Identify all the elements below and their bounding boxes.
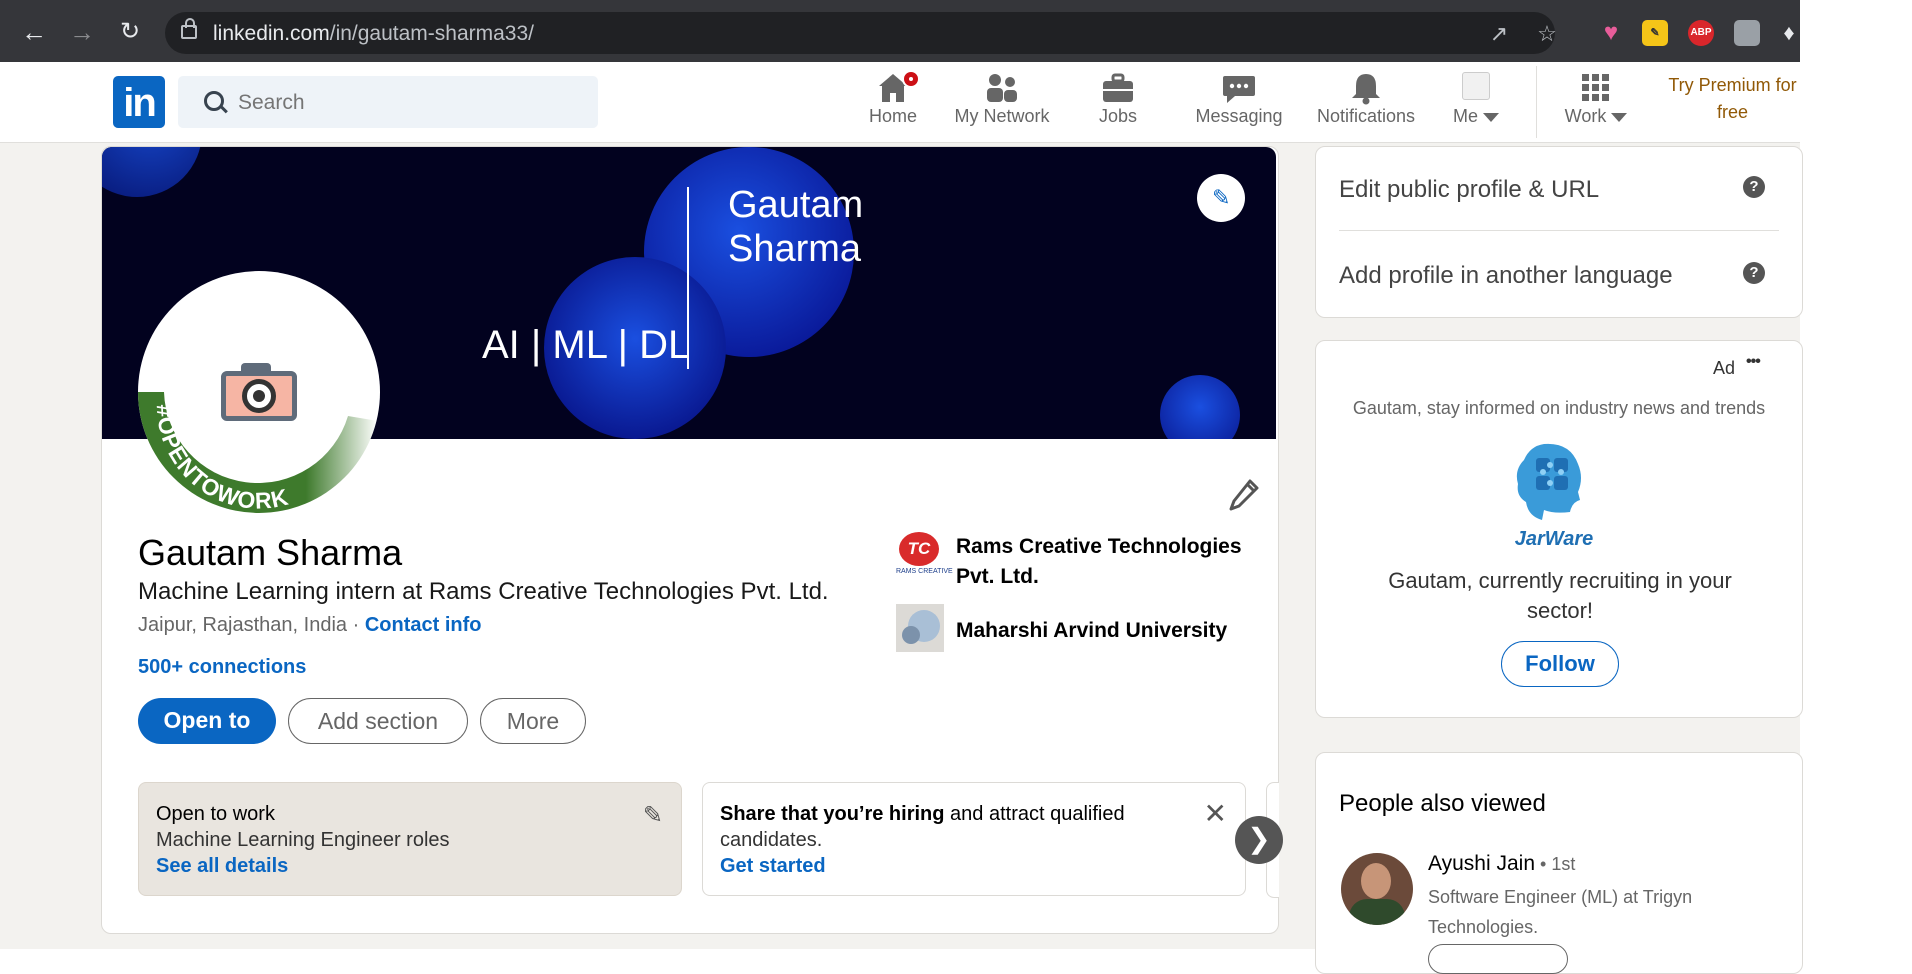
contact-info-link[interactable]: Contact info [365,614,482,636]
banner-decor [1160,375,1240,439]
open-to-work-card[interactable]: Open to work Machine Learning Engineer r… [138,782,682,896]
jarware-logo-icon [1514,440,1592,536]
edit-intro-button[interactable] [1228,478,1260,512]
try-premium-link[interactable]: Try Premium for free [1660,72,1805,126]
linkedin-logo[interactable]: in [113,76,165,128]
camera-icon [221,363,297,421]
profile-headline: Machine Learning intern at Rams Creative… [138,578,829,605]
university-logo [896,604,944,652]
hiring-card: Share that you’re hiring and attract qua… [702,782,1246,896]
nav-divider [1536,66,1537,138]
ad-message: Gautam, currently recruiting in your sec… [1388,568,1732,623]
bookmark-star-icon[interactable]: ☆ [1535,22,1559,46]
chat-icon [1186,66,1292,106]
nav-home[interactable]: Home [852,66,934,140]
extensions-puzzle-icon[interactable]: ♦ [1778,20,1800,46]
more-options-icon[interactable]: ••• [1746,353,1761,371]
profile-settings-card [1315,146,1803,318]
nav-my-network[interactable]: My Network [946,66,1058,140]
back-icon[interactable]: ← [16,14,52,50]
chevron-right-icon: ❯ [1247,823,1271,854]
url-text[interactable]: linkedin.com/in/gautam-sharma33/ [213,22,534,46]
divider [1339,230,1779,231]
forward-icon[interactable]: → [64,14,100,50]
banner-tagline: AI | ML | DL [482,323,691,367]
address-bar[interactable]: linkedin.com/in/gautam-sharma33/ ↗ ☆ [165,12,1557,54]
nav-jobs[interactable]: Jobs [1076,66,1160,140]
heart-extension-icon[interactable]: ♥ [1598,20,1624,46]
banner-decor [102,147,202,197]
chevron-down-icon [1483,112,1500,122]
profile-location: Jaipur, Rajasthan, India · Contact info [138,614,482,636]
person-headline: Software Engineer (ML) at Trigyn Technol… [1428,887,1693,937]
help-icon[interactable]: ? [1743,262,1765,284]
reload-icon[interactable]: ↻ [112,14,148,50]
nav-messaging[interactable]: Messaging [1186,66,1292,140]
browser-toolbar: ← → ↻ linkedin.com/in/gautam-sharma33/ ↗… [0,0,1800,62]
ad-subtitle: Gautam, stay informed on industry news a… [1352,398,1766,418]
see-all-details-link[interactable]: See all details [156,855,288,878]
education-link[interactable]: Maharshi Arvind University [956,616,1227,646]
highlighter-extension-icon[interactable]: ✎ [1642,20,1668,46]
search-icon [204,91,224,111]
lock-icon [181,18,197,39]
avatar[interactable] [1341,853,1413,925]
carousel-next-button[interactable]: ❯ [1235,816,1283,864]
edit-public-profile-link[interactable]: Edit public profile & URL [1339,176,1599,204]
follow-button[interactable]: Follow [1501,641,1619,687]
pencil-icon[interactable]: ✎ [643,801,663,830]
connections-link[interactable]: 500+ connections [138,656,306,679]
search-box[interactable] [178,76,598,130]
linkedin-header: in Home My Network Jobs Messaging Notifi… [0,62,1800,143]
bell-icon [1306,66,1426,106]
adblock-extension-icon[interactable]: ABP [1688,20,1714,46]
ad-label: Ad [1713,358,1736,378]
briefcase-icon [1076,66,1160,106]
profile-photo[interactable]: #OPENTOWORK [138,271,380,513]
nav-work[interactable]: Work [1558,66,1634,140]
ad-brand: JarWare [1514,528,1594,550]
person-name-link[interactable]: Ayushi Jain • 1st [1428,852,1575,876]
nav-notifications[interactable]: Notifications [1306,66,1426,140]
chevron-down-icon [1611,112,1628,122]
connection-degree: • 1st [1535,854,1576,874]
company-logo: TC RAMS CREATIVE [896,530,953,582]
avatar-icon [1446,66,1506,106]
close-icon[interactable]: ✕ [1204,797,1227,830]
pencil-icon [1229,479,1259,511]
help-icon[interactable]: ? [1743,176,1765,198]
add-language-profile-link[interactable]: Add profile in another language [1339,262,1673,290]
add-section-button[interactable]: Add section [288,698,468,744]
more-button[interactable]: More [480,698,586,744]
pencil-icon: ✎ [1212,185,1231,210]
notification-dot [902,70,920,88]
edit-banner-button[interactable]: ✎ [1197,174,1245,222]
profile-name: Gautam Sharma [138,532,403,573]
get-started-link[interactable]: Get started [720,855,826,878]
people-icon [946,66,1058,106]
nav-me[interactable]: Me [1446,66,1506,140]
grid-icon [1558,66,1634,106]
profile-extension-icon[interactable] [1734,20,1760,46]
home-icon [852,66,934,106]
current-company-link[interactable]: Rams Creative Technologies Pvt. Ltd. [956,532,1256,592]
people-also-viewed-title: People also viewed [1339,790,1546,817]
share-icon[interactable]: ↗ [1487,22,1511,46]
search-input[interactable] [236,76,580,130]
banner-name: Gautam Sharma [728,184,864,270]
open-to-button[interactable]: Open to [138,698,276,744]
